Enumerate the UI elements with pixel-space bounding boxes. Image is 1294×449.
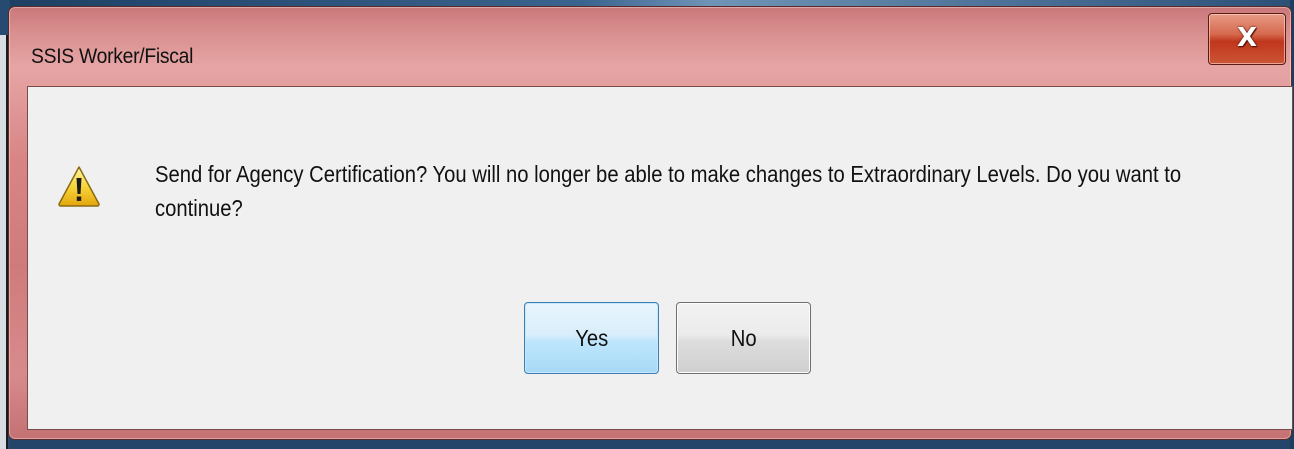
yes-button[interactable]: Yes [524, 302, 659, 374]
background-window-edge [0, 35, 8, 449]
dialog-title: SSIS Worker/Fiscal [31, 45, 194, 68]
dialog-content: Send for Agency Certification? You will … [27, 86, 1293, 430]
warning-icon [58, 166, 100, 207]
no-button[interactable]: No [676, 302, 811, 374]
close-button[interactable]: X [1208, 13, 1286, 65]
close-icon: X [1236, 23, 1258, 53]
dialog-message: Send for Agency Certification? You will … [155, 161, 1182, 221]
yes-button-label: Yes [574, 324, 609, 351]
dialog-titlebar[interactable]: SSIS Worker/Fiscal X [9, 7, 1291, 93]
message-dialog: SSIS Worker/Fiscal X Send for Agency Cer… [8, 6, 1293, 440]
no-button-label: No [730, 324, 757, 351]
